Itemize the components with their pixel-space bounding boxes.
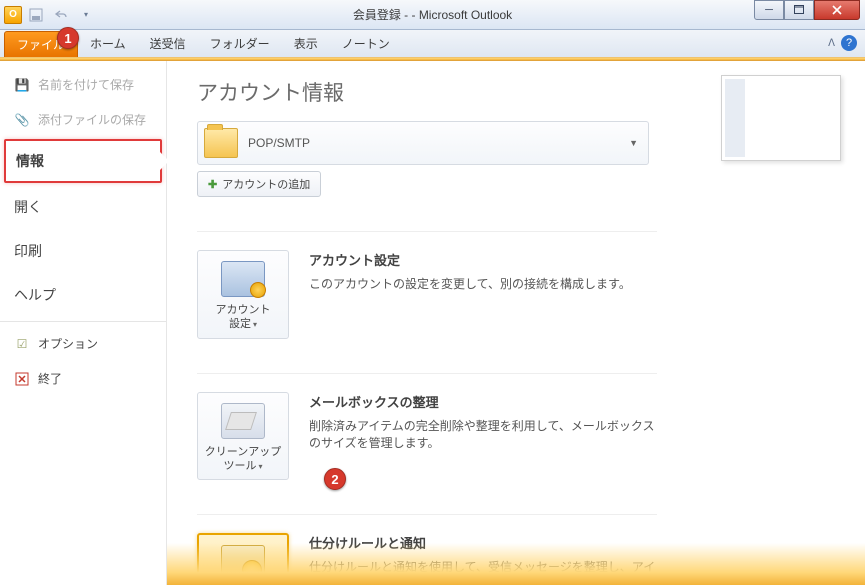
add-account-label: アカウントの追加 (222, 176, 310, 192)
account-folder-icon (204, 128, 238, 158)
titlebar-left: O ▾ (0, 4, 97, 26)
help-icon[interactable]: ? (841, 35, 857, 51)
nav-info[interactable]: 情報 (4, 139, 162, 183)
section-rules: 仕分けルールと 通知の管理 仕分けルールと通知 仕分けルールと通知を使用して、受… (197, 514, 657, 585)
tab-folder[interactable]: フォルダー (198, 30, 282, 57)
preview-thumbnail (721, 75, 841, 161)
section-cleanup: クリーンアップ ツール▾ メールボックスの整理 削除済みアイテムの完全削除や整理… (197, 373, 657, 481)
nav-print[interactable]: 印刷 (0, 229, 166, 273)
section-account-settings: アカウント 設定▾ アカウント設定 このアカウントの設定を変更して、別の接続を構… (197, 231, 657, 339)
nav-help-label: ヘルプ (14, 285, 56, 305)
section-title-account-settings: アカウント設定 (309, 250, 631, 269)
nav-exit[interactable]: 終了 (0, 361, 166, 396)
nav-options[interactable]: ☑ オプション (0, 326, 166, 361)
tile-rules-alerts[interactable]: 仕分けルールと 通知の管理 (197, 533, 289, 585)
section-desc-cleanup: 削除済みアイテムの完全削除や整理を利用して、メールボックスのサイズを管理します。 (309, 417, 657, 451)
callout-1: 1 (57, 27, 79, 49)
attachment-icon: 📎 (14, 112, 30, 128)
account-dropdown-icon[interactable]: ▼ (629, 138, 638, 148)
section-desc-account-settings: このアカウントの設定を変更して、別の接続を構成します。 (309, 275, 631, 292)
exit-icon (14, 371, 30, 387)
section-desc-rules: 仕分けルールと通知を使用して、受信メッセージを整理し、アイテムが追加、変更、また… (309, 558, 657, 585)
nav-save-as-label: 名前を付けて保存 (38, 76, 134, 93)
nav-exit-label: 終了 (38, 370, 62, 387)
tile-cleanup-label: クリーンアップ ツール▾ (202, 445, 284, 474)
options-icon: ☑ (14, 336, 30, 352)
outlook-icon[interactable]: O (4, 6, 22, 24)
tab-sendrecv[interactable]: 送受信 (138, 30, 198, 57)
tile-cleanup-tools[interactable]: クリーンアップ ツール▾ (197, 392, 289, 481)
tile-account-settings-label: アカウント 設定▾ (202, 303, 284, 332)
add-account-button[interactable]: ✚ アカウントの追加 (197, 171, 321, 197)
qat-save-icon[interactable] (25, 4, 47, 26)
nav-separator (0, 321, 166, 322)
nav-info-label: 情報 (16, 151, 44, 171)
nav-print-label: 印刷 (14, 241, 42, 261)
window-title: 会員登録 - - Microsoft Outlook (353, 6, 512, 23)
backstage-leftnav: 💾 名前を付けて保存 📎 添付ファイルの保存 情報 開く 印刷 ヘルプ ☑ オプ… (0, 61, 167, 585)
minimize-button[interactable]: ─ (754, 0, 784, 20)
nav-options-label: オプション (38, 335, 98, 352)
section-body-account-settings: アカウント設定 このアカウントの設定を変更して、別の接続を構成します。 (309, 250, 631, 339)
close-button[interactable] (814, 0, 860, 20)
qat-undo-icon[interactable] (50, 4, 72, 26)
callout-2: 2 (324, 468, 346, 490)
account-selector[interactable]: POP/SMTP ▼ (197, 121, 649, 165)
minimize-ribbon-icon[interactable]: ᐱ (828, 38, 835, 49)
save-icon: 💾 (14, 77, 30, 93)
preview-thumbnail-inner (725, 79, 837, 157)
section-title-cleanup: メールボックスの整理 (309, 392, 657, 411)
nav-help[interactable]: ヘルプ (0, 273, 166, 317)
tab-norton[interactable]: ノートン (330, 30, 402, 57)
plus-icon: ✚ (208, 178, 217, 191)
section-body-rules: 仕分けルールと通知 仕分けルールと通知を使用して、受信メッセージを整理し、アイテ… (309, 533, 657, 585)
chevron-down-icon: ▾ (253, 320, 257, 329)
titlebar: O ▾ 会員登録 - - Microsoft Outlook ─ (0, 0, 865, 30)
rules-icon (221, 545, 265, 581)
window-controls: ─ (754, 0, 860, 22)
tile-account-settings[interactable]: アカウント 設定▾ (197, 250, 289, 339)
chevron-down-icon: ▾ (258, 462, 262, 471)
ribbon-right: ᐱ ? (828, 35, 857, 51)
qat-customize-icon[interactable]: ▾ (75, 4, 97, 26)
maximize-button[interactable] (784, 0, 814, 20)
tab-view[interactable]: 表示 (282, 30, 330, 57)
nav-save-attachments: 📎 添付ファイルの保存 (0, 102, 166, 137)
section-body-cleanup: メールボックスの整理 削除済みアイテムの完全削除や整理を利用して、メールボックス… (309, 392, 657, 481)
nav-open[interactable]: 開く (0, 185, 166, 229)
tab-home[interactable]: ホーム (78, 30, 138, 57)
nav-open-label: 開く (14, 197, 42, 217)
backstage: 💾 名前を付けて保存 📎 添付ファイルの保存 情報 開く 印刷 ヘルプ ☑ オプ… (0, 61, 865, 585)
account-settings-icon (221, 261, 265, 297)
section-title-rules: 仕分けルールと通知 (309, 533, 657, 552)
ribbon-tabs: ファイル ホーム 送受信 フォルダー 表示 ノートン ᐱ ? (0, 30, 865, 58)
nav-save-as: 💾 名前を付けて保存 (0, 67, 166, 102)
nav-save-attach-label: 添付ファイルの保存 (38, 111, 146, 128)
backstage-main: アカウント情報 POP/SMTP ▼ ✚ アカウントの追加 アカウント 設定▾ … (167, 61, 865, 585)
account-type-label: POP/SMTP (248, 136, 310, 150)
cleanup-icon (221, 403, 265, 439)
